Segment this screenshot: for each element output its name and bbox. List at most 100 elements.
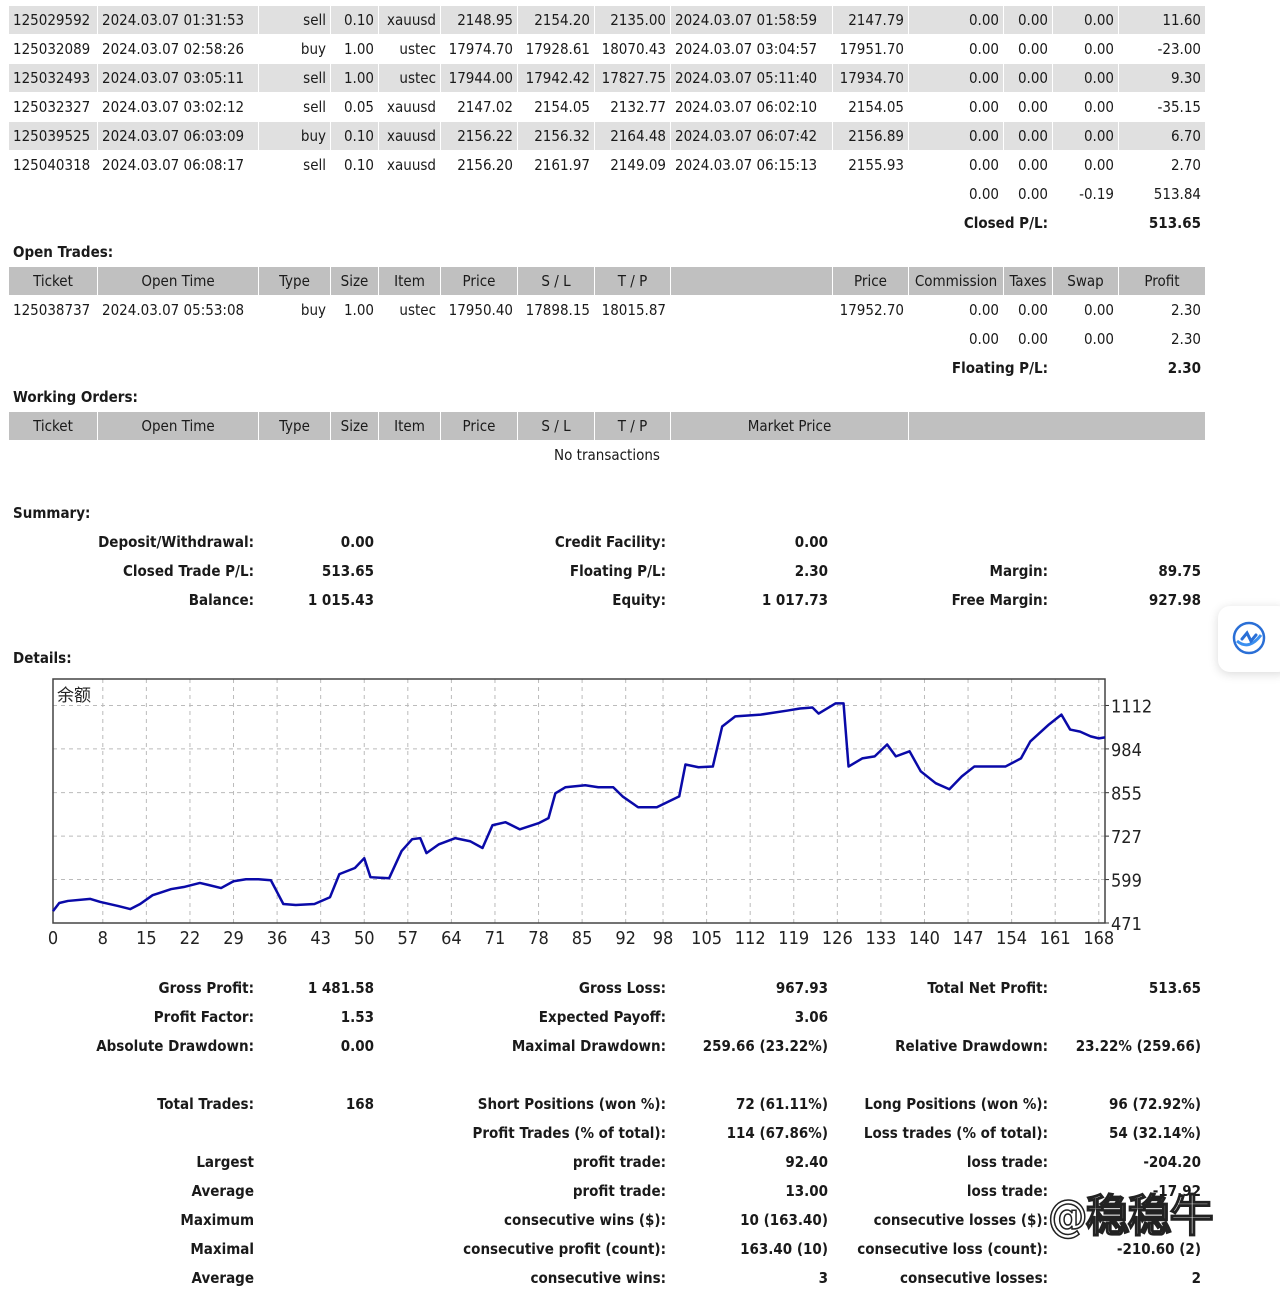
closed-trade-cell: 17944.00 <box>440 63 518 93</box>
x-tick-label: 64 <box>441 928 462 949</box>
details-label: loss trade: <box>832 1176 1053 1206</box>
summary-title: Summary: <box>8 498 1206 528</box>
y-tick-label: 599 <box>1111 871 1142 892</box>
closed-trade-cell: xauusd <box>378 121 441 151</box>
column-header: Profit <box>1118 266 1206 296</box>
summary-value: 1 015.43 <box>258 585 379 615</box>
summary-label: Credit Facility: <box>378 527 671 557</box>
closed-trade-cell: 2024.03.07 03:02:12 <box>97 92 259 122</box>
closed-trade-cell: 0.00 <box>1003 63 1053 93</box>
closed-trade-cell: 17934.70 <box>832 63 909 93</box>
column-header: Ticket <box>8 266 98 296</box>
details-label: consecutive wins: <box>378 1263 671 1293</box>
x-tick-label: 154 <box>996 928 1027 949</box>
details-value <box>258 1234 379 1264</box>
closed-trade-cell: 2024.03.07 01:31:53 <box>97 5 259 35</box>
watermark: @稳稳牛 <box>1047 1190 1214 1243</box>
closed-trade-cell: 2024.03.07 06:02:10 <box>670 92 833 122</box>
details-label <box>8 1060 259 1090</box>
closed-trade-cell: 2154.05 <box>832 92 909 122</box>
balance-chart: 0 8 15 22 29 36 43 50 57 64 71 78 85 92 98 105 112 119 126… <box>48 678 1152 949</box>
closed-trade-cell: 125029592 <box>8 5 98 35</box>
closed-trade-cell: 2024.03.07 01:58:59 <box>670 5 833 35</box>
floating-pl-value: 2.30 <box>1118 353 1206 383</box>
closed-trade-cell: 2024.03.07 05:11:40 <box>670 63 833 93</box>
open-trade-cell: 0.00 <box>1003 295 1053 325</box>
details-value: 54 (32.14%) <box>1052 1118 1206 1148</box>
closed-trade-cell: 125032327 <box>8 92 98 122</box>
details-value: 163.40 (10) <box>670 1234 833 1264</box>
details-label: Total Net Profit: <box>832 973 1053 1003</box>
details-value: 1.53 <box>258 1002 379 1032</box>
details-value: 2 <box>1052 1263 1206 1293</box>
details-label: Maximal Drawdown: <box>378 1031 671 1061</box>
details-row: Maximal consecutive profit (count): 163.40… <box>8 1234 1206 1264</box>
details-label: Long Positions (won %): <box>832 1089 1053 1119</box>
details-value: 13.00 <box>670 1176 833 1206</box>
closed-pl-label: Closed P/L: <box>908 208 1053 238</box>
x-tick-label: 112 <box>735 928 766 949</box>
details-value: 96 (72.92%) <box>1052 1089 1206 1119</box>
closed-trade-cell: -23.00 <box>1118 34 1206 64</box>
x-tick-label: 161 <box>1040 928 1071 949</box>
details-value: 3 <box>670 1263 833 1293</box>
closed-trade-cell: 0.00 <box>1052 34 1119 64</box>
column-header: Price <box>832 266 909 296</box>
x-tick-label: 126 <box>822 928 853 949</box>
closed-trade-cell: -35.15 <box>1118 92 1206 122</box>
details-label: Absolute Drawdown: <box>8 1031 259 1061</box>
details-value <box>1052 1002 1206 1032</box>
details-label: Maximum <box>8 1205 259 1235</box>
x-tick-label: 140 <box>909 928 940 949</box>
closed-trade-cell: 2132.77 <box>594 92 671 122</box>
details-value <box>258 1176 379 1206</box>
column-header: Size <box>330 266 379 296</box>
details-title: Details: <box>8 643 1206 673</box>
floating-pl-row: Floating P/L: 2.30 <box>8 353 1206 383</box>
open-trades-header: Ticket Open Time Type Size Item Price S / LT /… <box>8 266 1206 296</box>
closed-trade-cell: 2161.97 <box>517 150 595 180</box>
closed-trade-cell: buy <box>258 34 331 64</box>
details-value: 114 (67.86%) <box>670 1118 833 1148</box>
open-totals-row: 0.00 0.00 0.00 2.30 <box>8 324 1206 354</box>
summary-row: Closed Trade P/L: 513.65 Floating P/L: 2.30… <box>8 556 1206 586</box>
open-trade-cell <box>670 295 833 325</box>
summary-value: 1 017.73 <box>670 585 833 615</box>
column-header: Open Time <box>97 266 259 296</box>
details-label: consecutive loss (count): <box>832 1234 1053 1264</box>
column-header: Price <box>440 266 518 296</box>
closed-trade-cell: 2148.95 <box>440 5 518 35</box>
closed-trade-cell: 2154.05 <box>517 92 595 122</box>
y-tick-label: 984 <box>1111 740 1142 761</box>
summary-value: 0.00 <box>670 527 833 557</box>
closed-trade-cell: 2024.03.07 06:15:13 <box>670 150 833 180</box>
open-total-cell: 2.30 <box>1118 324 1206 354</box>
details-value: 10 (163.40) <box>670 1205 833 1235</box>
details-label: Average <box>8 1263 259 1293</box>
summary-label: Equity: <box>378 585 671 615</box>
summary-value: 89.75 <box>1052 556 1206 586</box>
closed-trade-cell: 0.00 <box>1003 5 1053 35</box>
closed-totals-row: 0.00 0.00 -0.19 513.84 <box>8 179 1206 209</box>
details-label: consecutive profit (count): <box>378 1234 671 1264</box>
open-trade-cell: 18015.87 <box>594 295 671 325</box>
spacer <box>8 469 1206 499</box>
details-label: Profit Trades (% of total): <box>378 1118 671 1148</box>
summary-label: Margin: <box>832 556 1053 586</box>
closed-trade-cell: 2156.22 <box>440 121 518 151</box>
summary-value: 2.30 <box>670 556 833 586</box>
closed-trade-cell: 2164.48 <box>594 121 671 151</box>
closed-trade-cell: 0.00 <box>908 92 1004 122</box>
floating-assistant-button[interactable] <box>1218 606 1280 672</box>
balance-chart-cell: 0 8 15 22 29 36 43 50 57 64 71 78 85 92 98 105 112 119 126… <box>8 672 1206 974</box>
closed-trade-cell: 6.70 <box>1118 121 1206 151</box>
closed-trade-cell: 0.10 <box>330 5 379 35</box>
details-label: consecutive losses ($): <box>832 1205 1053 1235</box>
report-table: 125029592 2024.03.07 01:31:53 sell 0.10 xauu… <box>8 5 1206 1293</box>
details-label: loss trade: <box>832 1147 1053 1177</box>
x-tick-label: 22 <box>180 928 201 949</box>
open-trade-cell: 17898.15 <box>517 295 595 325</box>
details-label: Expected Payoff: <box>378 1002 671 1032</box>
x-tick-label: 133 <box>865 928 896 949</box>
closed-trade-cell: 11.60 <box>1118 5 1206 35</box>
